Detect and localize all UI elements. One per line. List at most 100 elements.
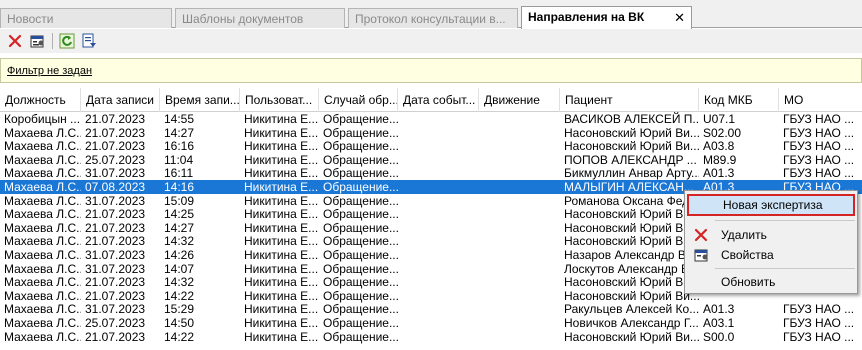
cell-event-date <box>398 153 479 167</box>
cell-icd-code: M89.9 <box>703 152 737 167</box>
cell-record-date: 21.07.2023 <box>85 139 146 154</box>
cell-event-date <box>398 234 479 248</box>
cell-record-time: 14:50 <box>164 316 195 330</box>
toolbar <box>0 29 862 53</box>
cell-case: Обращение... <box>323 166 398 181</box>
cell-user: Никитина Е... <box>244 261 319 276</box>
cell-user: Никитина Е... <box>244 207 319 222</box>
cell-event-date <box>398 207 479 221</box>
cell-case: Обращение... <box>323 193 398 208</box>
cell-icd-code: A01.3 <box>703 302 735 317</box>
tab-news[interactable]: Новости <box>0 8 172 28</box>
cell-position: Махаева Л.С... <box>4 302 81 317</box>
cell-position: Махаева Л.С... <box>4 248 81 262</box>
cell-user: Никитина Е... <box>244 275 319 290</box>
cell-mo: ГБУЗ НАО ... <box>783 125 855 140</box>
cell-movement <box>479 234 560 248</box>
table-row[interactable]: Махаева Л.С... 31.07.2023 15:29 Никитина Е.… <box>0 302 862 316</box>
column-header-icd-code[interactable]: Код МКБ <box>699 88 779 112</box>
cell-user: Никитина Е... <box>244 220 319 235</box>
properties-icon[interactable] <box>28 32 46 50</box>
cell-patient: Новичков Александр Г... <box>564 316 699 330</box>
column-header-record-date[interactable]: Дата записи <box>81 88 160 112</box>
cell-mo: ГБУЗ НАО ... <box>783 152 855 167</box>
column-header-user[interactable]: Пользоват... <box>240 88 319 112</box>
menu-item-delete[interactable]: Удалить <box>687 224 855 246</box>
column-header-record-time[interactable]: Время запи... <box>160 88 240 112</box>
cell-user: Никитина Е... <box>244 329 319 344</box>
column-header-movement[interactable]: Движение <box>479 88 560 112</box>
column-header-event-date[interactable]: Дата событ... <box>398 88 479 112</box>
cell-record-time: 14:07 <box>164 261 195 276</box>
cell-event-date <box>398 316 479 330</box>
cell-mo: ГБУЗ НАО ... <box>783 302 855 317</box>
cell-user: Никитина Е... <box>244 166 319 181</box>
column-header-mo[interactable]: МО <box>779 88 862 112</box>
cell-position: Махаева Л.С... <box>4 139 81 154</box>
cell-record-time: 14:26 <box>164 248 195 262</box>
cell-patient: Насоновский Юрий Ви... <box>564 125 699 140</box>
cell-position: Махаева Л.С... <box>4 207 81 222</box>
tab-label: Шаблоны документов <box>182 12 304 26</box>
cell-position: Коробицын ... <box>4 112 81 126</box>
cell-record-date: 31.07.2023 <box>85 261 146 276</box>
filter-bar: Фильтр не задан <box>0 58 862 83</box>
cell-patient: Насоновский Юрий Ви... <box>564 220 699 235</box>
cell-user: Никитина Е... <box>244 316 319 330</box>
cell-movement <box>479 262 560 276</box>
cell-event-date <box>398 194 479 208</box>
cell-movement <box>479 126 560 140</box>
filter-link[interactable]: Фильтр не задан <box>7 65 92 77</box>
cell-position: Махаева Л.С... <box>4 166 81 181</box>
table-row[interactable]: Махаева Л.С... 25.07.2023 14:50 Никитина Е.… <box>0 316 862 330</box>
column-header-position[interactable]: Должность <box>0 88 81 112</box>
cell-user: Никитина Е... <box>244 139 319 154</box>
cell-record-time: 14:25 <box>164 207 195 222</box>
cell-icd-code: S02.00 <box>703 125 742 140</box>
cell-record-date: 31.07.2023 <box>85 248 146 262</box>
tab-consultation-protocol[interactable]: Протокол консультации в... <box>348 8 518 28</box>
refresh-icon[interactable] <box>58 32 76 50</box>
menu-item-properties[interactable]: Свойства <box>687 244 855 266</box>
table-row[interactable]: Коробицын ... 21.07.2023 14:55 Никитина Е..… <box>0 112 862 126</box>
cell-user: Никитина Е... <box>244 248 319 262</box>
table-row[interactable]: Махаева Л.С... 21.07.2023 14:27 Никитина Е.… <box>0 126 862 140</box>
cell-movement <box>479 139 560 153</box>
tab-vk-referrals[interactable]: Направления на ВК ✕ <box>521 6 692 29</box>
cell-icd-code: A03.8 <box>703 139 735 154</box>
cell-patient: Лоскутов Александр В... <box>564 261 699 276</box>
cell-record-time: 15:09 <box>164 193 195 208</box>
tab-document-templates[interactable]: Шаблоны документов <box>175 8 345 28</box>
cell-patient: МАЛЫГИН АЛЕКСАН... <box>564 180 694 194</box>
cell-position: Махаева Л.С... <box>4 316 81 330</box>
delete-icon <box>693 227 709 243</box>
cell-patient: ПОПОВ АЛЕКСАНДР ... <box>564 152 697 167</box>
table-row[interactable]: Махаева Л.С... 21.07.2023 14:22 Никитина Е.… <box>0 330 862 344</box>
cell-user: Никитина Е... <box>244 152 319 167</box>
cell-record-date: 21.07.2023 <box>85 207 146 222</box>
table-row[interactable]: Махаева Л.С... 21.07.2023 16:16 Никитина Е.… <box>0 139 862 153</box>
cell-record-time: 14:22 <box>164 288 195 303</box>
cell-record-date: 31.07.2023 <box>85 193 146 208</box>
menu-item-new-expertise[interactable]: Новая экспертиза <box>687 194 855 216</box>
cell-event-date <box>398 112 479 126</box>
menu-item-refresh[interactable]: Обновить <box>687 271 855 293</box>
cell-event-date <box>398 248 479 262</box>
cell-mo: ГБУЗ НАО ... <box>783 139 855 154</box>
export-icon[interactable] <box>80 32 98 50</box>
delete-icon[interactable] <box>6 32 24 50</box>
cell-event-date <box>398 330 479 344</box>
cell-movement <box>479 180 560 194</box>
cell-movement <box>479 275 560 289</box>
cell-event-date <box>398 139 479 153</box>
cell-record-date: 21.07.2023 <box>85 234 146 249</box>
table-row[interactable]: Махаева Л.С... 31.07.2023 16:11 Никитина Е.… <box>0 166 862 180</box>
cell-case: Обращение... <box>323 112 398 126</box>
column-header-case[interactable]: Случай обр... <box>319 88 398 112</box>
table-row[interactable]: Махаева Л.С... 25.07.2023 11:04 Никитина Е.… <box>0 153 862 167</box>
menu-item-label: Удалить <box>721 228 767 242</box>
cell-movement <box>479 248 560 262</box>
close-icon[interactable]: ✕ <box>674 10 685 26</box>
cell-event-date <box>398 262 479 276</box>
column-header-patient[interactable]: Пациент <box>560 88 699 112</box>
